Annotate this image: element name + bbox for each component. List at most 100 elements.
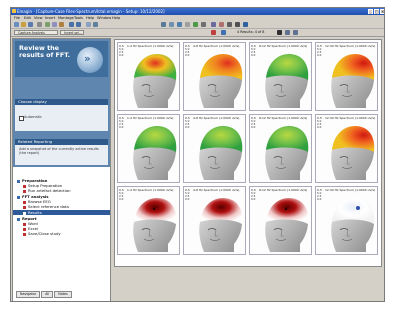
head-map-image	[199, 198, 243, 252]
scale-tick: 0.0	[119, 197, 124, 202]
menu-file[interactable]: File	[14, 16, 20, 20]
head-map-cell[interactable]: 0.5 8-12 Hz Spectrum (1.0000 uV/s) 5.0 2.5 0…	[249, 42, 312, 111]
head-map-image	[265, 198, 309, 252]
menu-tools[interactable]: Tools	[74, 16, 83, 20]
cell-scale: 5.0 2.5 0.0	[317, 191, 321, 202]
head-map-cell[interactable]: 0.5 12-30 Hz Spectrum (1.0000 uV/s) 5.0 2.5…	[315, 186, 378, 255]
results-icon	[23, 211, 26, 215]
scale-tick: 0.0	[317, 125, 322, 130]
grid-icon[interactable]	[93, 22, 98, 27]
marker-icon[interactable]	[185, 22, 190, 27]
empty-workspace	[114, 269, 382, 301]
cell-scale: 5.0 2.5 0.0	[251, 191, 255, 202]
report-icon[interactable]	[235, 22, 240, 27]
head-map-cell[interactable]: 0.5 8-12 Hz Spectrum (1.0000 uV/s) 5.0 2.5 0…	[249, 114, 312, 183]
stop-icon[interactable]	[201, 22, 206, 27]
related-reporting-body: Add a snapshot of the currently active r…	[15, 145, 108, 165]
redo-icon[interactable]	[76, 22, 81, 27]
head-map-cell[interactable]: 0.5 12-30 Hz Spectrum (1.0000 uV/s) 5.0 2.5…	[315, 114, 378, 183]
filter-icon[interactable]	[177, 22, 182, 27]
cell-scale: 5.0 2.5 0.0	[119, 47, 123, 58]
head-map-image	[199, 126, 243, 180]
cell-scale: 5.0 2.5 0.0	[317, 47, 322, 58]
tab-capture-analysis[interactable]: Capture Analysis	[14, 30, 58, 35]
play-icon[interactable]	[193, 22, 198, 27]
cell-scale: 5.0 2.5 0.0	[251, 47, 255, 58]
related-reporting-text[interactable]: Add a snapshot of the currently active r…	[19, 147, 105, 155]
app-icon	[12, 9, 16, 13]
head-shape	[284, 207, 288, 211]
title-bar[interactable]: Emagin - [Capture-Case Files-Spectrum/Ic…	[11, 8, 384, 15]
next-page-icon[interactable]	[285, 30, 290, 35]
head-map-cell[interactable]: 0.5 1-4 Hz Spectrum (1.0000 uV/s) 5.0 2.5 0.…	[117, 114, 180, 183]
menu-view[interactable]: View	[34, 16, 43, 20]
head-map-cell[interactable]: 0.5 1-4 Hz Spectrum (1.0000 uV/s) 5.0 2.5 0.…	[117, 42, 180, 111]
cursor-icon[interactable]	[161, 22, 166, 27]
next-step-button[interactable]: »	[77, 47, 103, 73]
head-map-cell[interactable]: 0.5 4-8 Hz Spectrum (1.0000 uV/s) 5.0 2.5 0.…	[183, 186, 246, 255]
head-map-cell[interactable]: 0.5 4-8 Hz Spectrum (1.0000 uV/s) 5.0 2.5 0.…	[183, 42, 246, 111]
map-icon[interactable]	[219, 22, 224, 27]
view-toolbar: Capture Analysis Invert sel... 4 Results…	[11, 29, 384, 37]
scale-tick: 0.0	[317, 53, 322, 58]
menu-help[interactable]: Help	[86, 16, 94, 20]
folder-icon	[17, 217, 20, 221]
print-icon[interactable]	[37, 22, 42, 27]
cell-scale: 5.0 2.5 0.0	[119, 191, 124, 202]
save-icon[interactable]	[28, 22, 33, 27]
undo-icon[interactable]	[69, 22, 74, 27]
tab-all[interactable]: All	[41, 291, 54, 298]
back-icon[interactable]	[221, 30, 226, 35]
tab-notes[interactable]: Notes	[54, 291, 72, 298]
tree-label: Save/Close study	[28, 231, 61, 236]
open-icon[interactable]	[21, 22, 26, 27]
main-toolbar	[11, 21, 384, 29]
chart-icon[interactable]	[211, 22, 216, 27]
paste-icon[interactable]	[59, 22, 64, 27]
task-header: Review the results of FFT. »	[15, 41, 108, 77]
head-map-cell[interactable]: 0.5 4-8 Hz Spectrum (1.0000 uV/s) 5.0 2.5 0.…	[183, 114, 246, 183]
app-window: Emagin - [Capture-Case Files-Spectrum/Ic…	[10, 7, 385, 302]
montage-icon[interactable]	[169, 22, 174, 27]
menu-window[interactable]: Window	[97, 16, 111, 20]
new-icon[interactable]	[14, 22, 19, 27]
minimize-button[interactable]: _	[368, 9, 373, 14]
head-map-image	[331, 126, 375, 180]
scale-tick: 0.0	[185, 125, 190, 130]
close-button[interactable]: ×	[380, 9, 384, 14]
cell-scale: 5.0 2.5 0.0	[251, 119, 255, 130]
head-map-cell[interactable]: 0.5 12-30 Hz Spectrum (1.0000 uV/s) 5.0 2.5…	[315, 42, 378, 111]
menu-edit[interactable]: Edit	[24, 16, 31, 20]
tab-navigator[interactable]: Navigator	[16, 291, 41, 298]
cell-scale: 5.0 2.5 0.0	[185, 191, 190, 202]
scale-tick: 0.0	[185, 53, 190, 58]
menu-help-2[interactable]: Help	[112, 16, 120, 20]
menu-montage[interactable]: Montage	[58, 16, 74, 20]
menu-insert[interactable]: Insert	[45, 16, 55, 20]
page-icon[interactable]	[277, 30, 282, 35]
head-map-image	[265, 54, 309, 108]
settings-icon[interactable]	[227, 22, 232, 27]
left-pane: Review the results of FFT. » Choose disp…	[12, 38, 111, 301]
zoom-icon[interactable]	[86, 22, 91, 27]
head-map-image	[133, 126, 177, 180]
help-icon[interactable]	[243, 22, 248, 27]
check-icon	[23, 205, 26, 209]
record-icon[interactable]	[211, 30, 216, 35]
check-icon	[23, 189, 26, 193]
head-map-cell[interactable]: 0.5 8-12 Hz Spectrum (1.0000 uV/s) 5.0 2.5 0…	[249, 186, 312, 255]
tree-item-artefact-detection[interactable]: Run artefact detection	[23, 188, 71, 193]
check-icon	[23, 232, 26, 236]
head-map-cell[interactable]: 0.5 1-4 Hz Spectrum (1.0000 uV/s) 5.0 2.5 0.…	[117, 186, 180, 255]
head-map-image	[133, 198, 177, 252]
scale-tick: 0.0	[185, 197, 190, 202]
tree-item-results[interactable]: Results	[13, 210, 110, 215]
tab-invert-selection[interactable]: Invert sel...	[60, 30, 84, 35]
tree-item-reference-data[interactable]: Select reference data	[23, 204, 69, 209]
results-grid: 0.5 1-4 Hz Spectrum (1.0000 uV/s) 5.0 2.5 0.…	[114, 39, 382, 267]
last-page-icon[interactable]	[293, 30, 298, 35]
copy-icon[interactable]	[52, 22, 57, 27]
tree-item-save-close[interactable]: Save/Close study	[23, 231, 61, 236]
cut-icon[interactable]	[45, 22, 50, 27]
maximize-button[interactable]: □	[374, 9, 379, 14]
